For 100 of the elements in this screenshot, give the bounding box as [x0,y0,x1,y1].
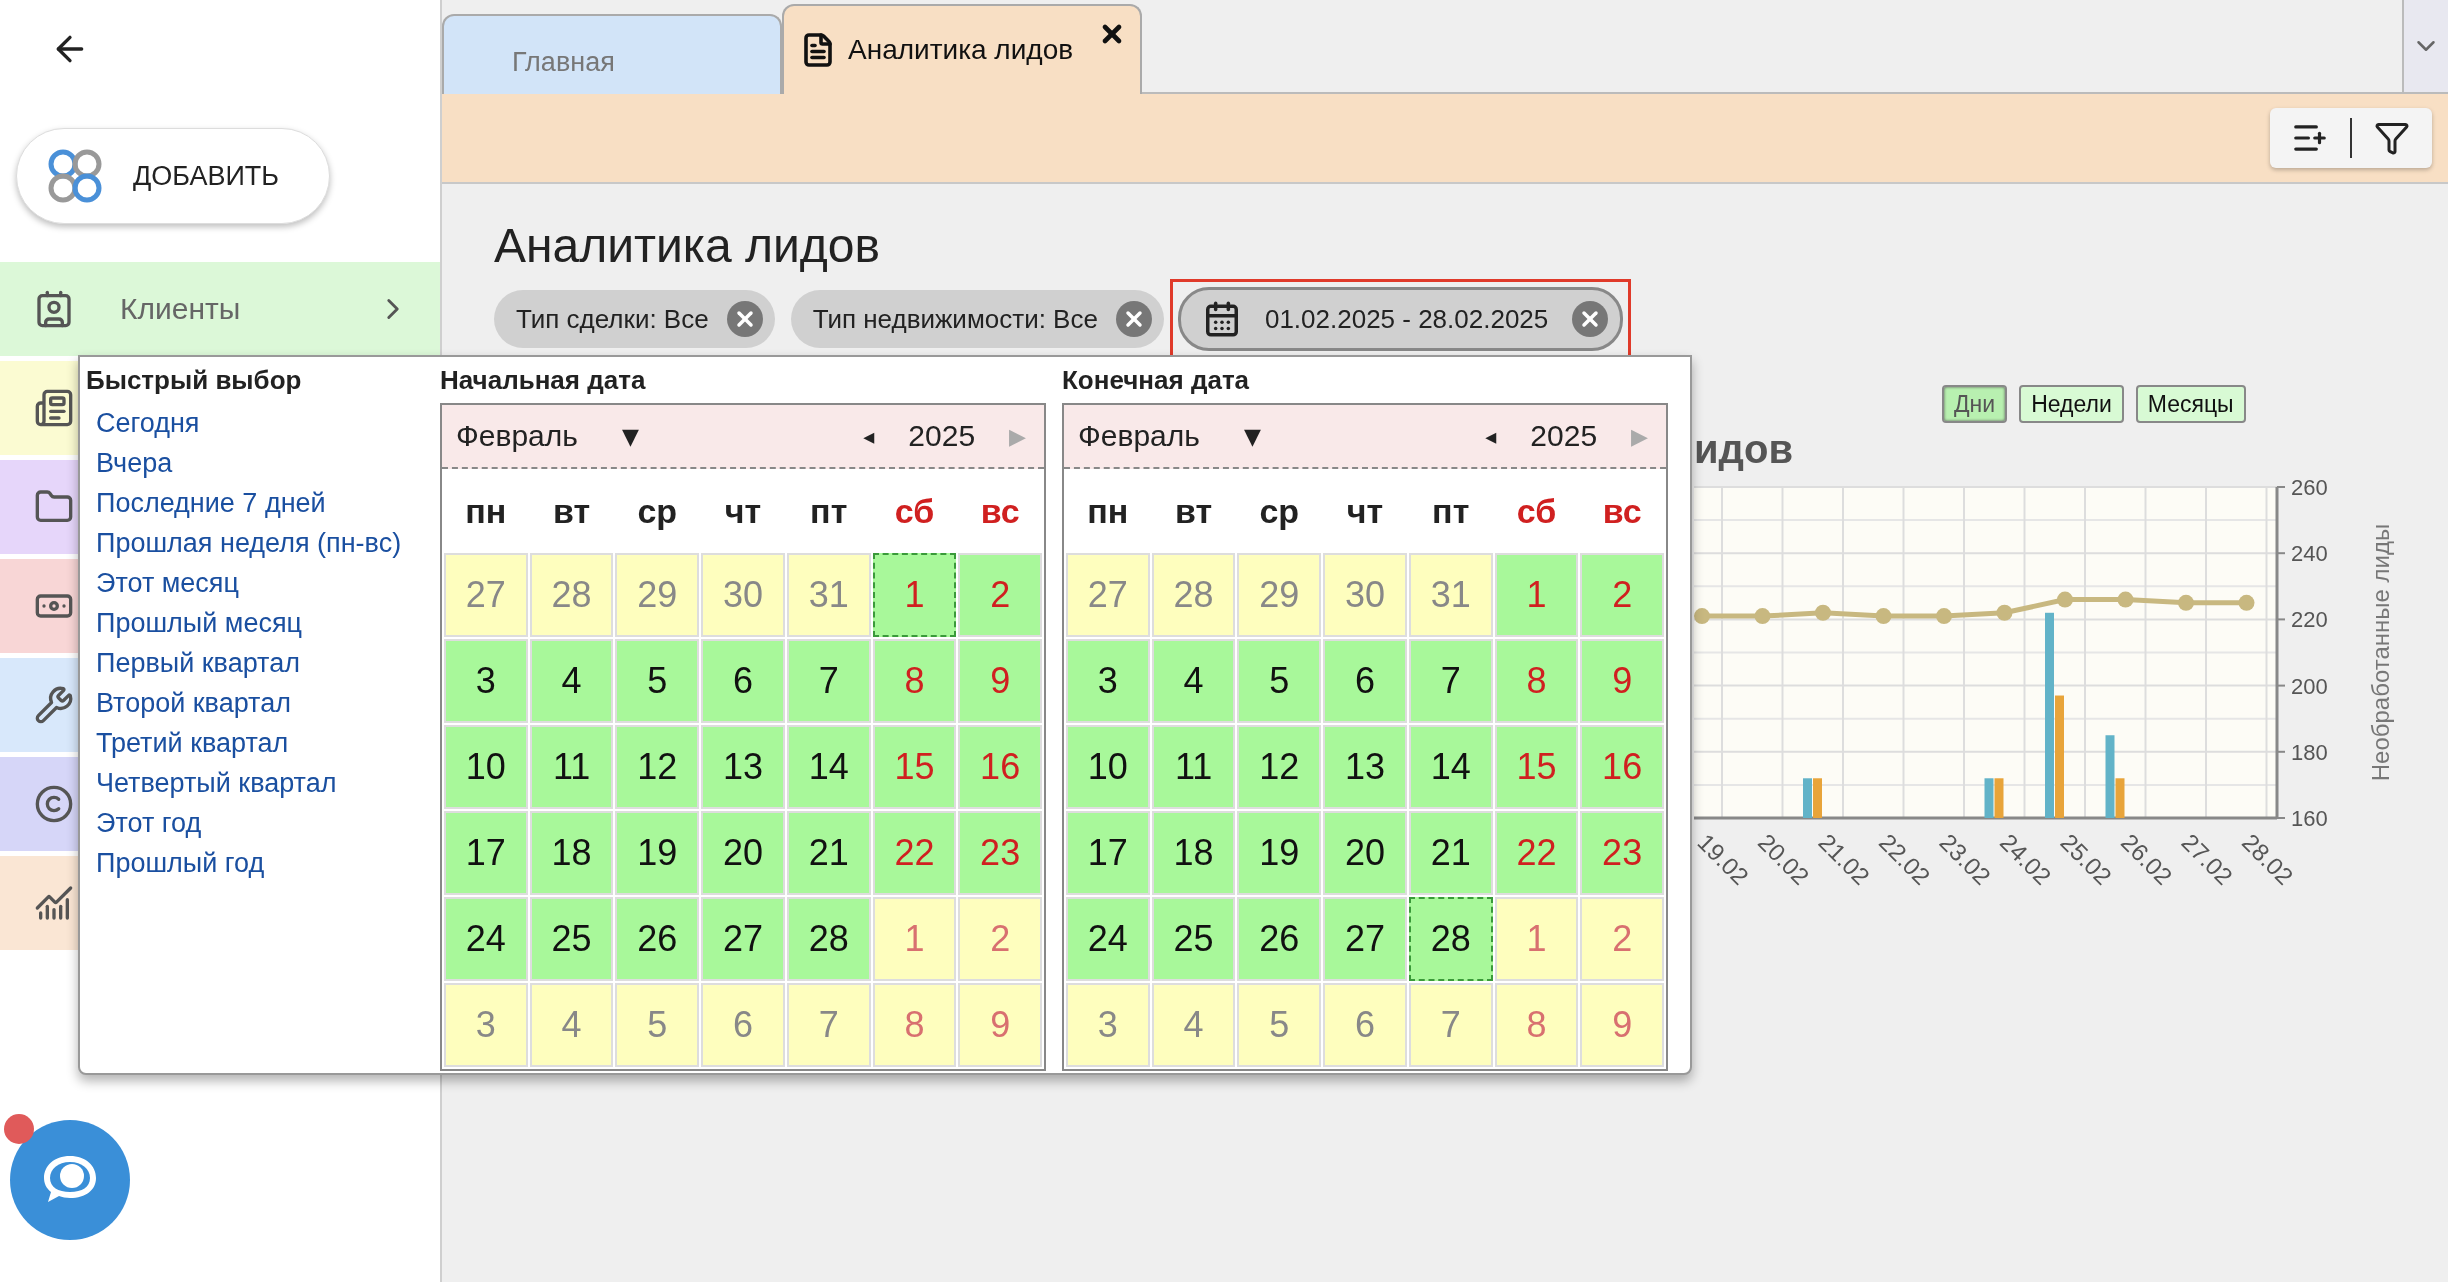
day-cell[interactable]: 14 [1408,725,1493,809]
month-select[interactable]: Февраль [456,419,578,453]
weekday-label: пт [809,490,849,532]
period-button[interactable]: Дни [1942,385,2008,423]
day-cell[interactable]: 22 [1494,811,1579,895]
data-point [2178,594,2194,611]
quick-select-link[interactable]: Четвертый квартал [96,763,440,803]
tab[interactable]: Аналитика лидов [782,4,1142,94]
day-cell[interactable]: 16 [958,725,1042,809]
day-cell[interactable]: 4 [529,639,614,723]
day-cell[interactable]: 12 [615,725,700,809]
day-cell[interactable]: 15 [1494,725,1579,809]
nav-item[interactable]: Клиенты [0,262,440,356]
day-cell[interactable]: 16 [1580,725,1664,809]
bar [1984,778,1994,818]
day-cell[interactable]: 21 [786,811,871,895]
day-cell[interactable]: 5 [1237,639,1322,723]
clear-icon[interactable] [1115,301,1152,337]
day-cell[interactable]: 15 [872,725,957,809]
day-cell[interactable]: 1 [872,553,957,637]
quick-select-link[interactable]: Сегодня [96,403,440,443]
day-cell[interactable]: 26 [1237,897,1322,981]
day-cell[interactable]: 14 [786,725,871,809]
clear-icon[interactable] [726,301,763,337]
day-cell[interactable]: 2 [958,553,1042,637]
section-heading: Быстрый выбор [86,365,303,397]
day-cell[interactable]: 19 [615,811,700,895]
filter-chip[interactable]: Тип недвижимости: Все [790,290,1164,348]
day-cell[interactable]: 2 [1580,553,1664,637]
bar [1803,778,1812,818]
day-cell[interactable]: 22 [872,811,957,895]
day-cell[interactable]: 9 [1580,639,1664,723]
day-cell[interactable]: 3 [1066,639,1150,723]
day-cell[interactable]: 24 [1066,897,1150,981]
day-cell[interactable]: 13 [701,725,785,809]
month-caret[interactable]: ▼ [617,423,643,449]
quick-select-link[interactable]: Вчера [96,443,440,483]
filter-chip[interactable]: Тип сделки: Все [494,290,775,348]
day-cell[interactable]: 11 [529,725,614,809]
day-cell[interactable]: 5 [615,639,700,723]
period-button[interactable]: Недели [2019,385,2124,423]
day-cell[interactable]: 19 [1237,811,1322,895]
weekday-label: вс [1601,490,1643,532]
day-cell[interactable]: 24 [444,897,528,981]
period-button[interactable]: Месяцы [2135,385,2246,423]
day-cell[interactable]: 21 [1408,811,1493,895]
day-cell[interactable]: 23 [1580,811,1664,895]
day-cell[interactable]: 1 [1494,553,1579,637]
day-cell[interactable]: 23 [958,811,1042,895]
day-cell[interactable]: 10 [1066,725,1150,809]
quick-select-link[interactable]: Последние 7 дней [96,483,440,523]
quick-select-link[interactable]: Прошлая неделя (пн-вс) [96,523,440,563]
day-cell[interactable]: 27 [1323,897,1407,981]
weekday-label: сб [893,490,936,532]
quick-select-link[interactable]: Прошлый год [96,843,440,883]
prev-year-button[interactable]: ◂ [859,423,879,449]
day-cell[interactable]: 28 [1408,897,1493,981]
add-button[interactable]: ДОБАВИТЬ [16,128,330,224]
day-cell[interactable]: 7 [1408,639,1493,723]
day-cell[interactable]: 12 [1237,725,1322,809]
day-cell[interactable]: 25 [1151,897,1236,981]
quick-select-link[interactable]: Первый квартал [96,643,440,683]
clear-icon[interactable] [1572,301,1609,337]
day-cell[interactable]: 17 [1066,811,1150,895]
quick-select-link[interactable]: Этот год [96,803,440,843]
month-caret[interactable]: ▼ [1239,423,1265,449]
weekday-label: сб [1515,490,1558,532]
day-cell[interactable]: 9 [958,639,1042,723]
day-cell[interactable]: 11 [1151,725,1236,809]
day-cell[interactable]: 17 [444,811,528,895]
day-cell[interactable]: 4 [1151,639,1236,723]
y-axis-label: Необработанные лиды [2367,523,2394,782]
day-cell[interactable]: 25 [529,897,614,981]
day-cell[interactable]: 3 [444,639,528,723]
day-cell[interactable]: 8 [1494,639,1579,723]
day-cell[interactable]: 6 [701,639,785,723]
chip-label: 01.02.2025 - 28.02.2025 [1264,303,1549,335]
day-cell[interactable]: 18 [529,811,614,895]
quick-select-link[interactable]: Второй квартал [96,683,440,723]
month-select[interactable]: Февраль [1078,419,1200,453]
day-cell[interactable]: 28 [786,897,871,981]
prev-year-button[interactable]: ◂ [1481,423,1501,449]
day-cell[interactable]: 18 [1151,811,1236,895]
page-title: Аналитика лидов [494,218,881,273]
day-cell[interactable]: 10 [444,725,528,809]
day-cell[interactable]: 7 [786,639,871,723]
date-range-chip[interactable]: 01.02.2025 - 28.02.2025 [1177,287,1624,351]
quick-select-link[interactable]: Прошлый месяц [96,603,440,643]
tab-label: Главная [512,46,615,78]
y-tick-label: 220 [2291,607,2328,633]
data-point [1996,604,2013,621]
quick-select-link[interactable]: Этот месяц [96,563,440,603]
day-cell[interactable]: 13 [1323,725,1407,809]
quick-select-link[interactable]: Третий квартал [96,723,440,763]
day-cell[interactable]: 6 [1323,639,1407,723]
day-cell[interactable]: 27 [701,897,785,981]
day-cell[interactable]: 26 [615,897,700,981]
day-cell[interactable]: 20 [1323,811,1407,895]
day-cell[interactable]: 8 [872,639,957,723]
day-cell[interactable]: 20 [701,811,785,895]
